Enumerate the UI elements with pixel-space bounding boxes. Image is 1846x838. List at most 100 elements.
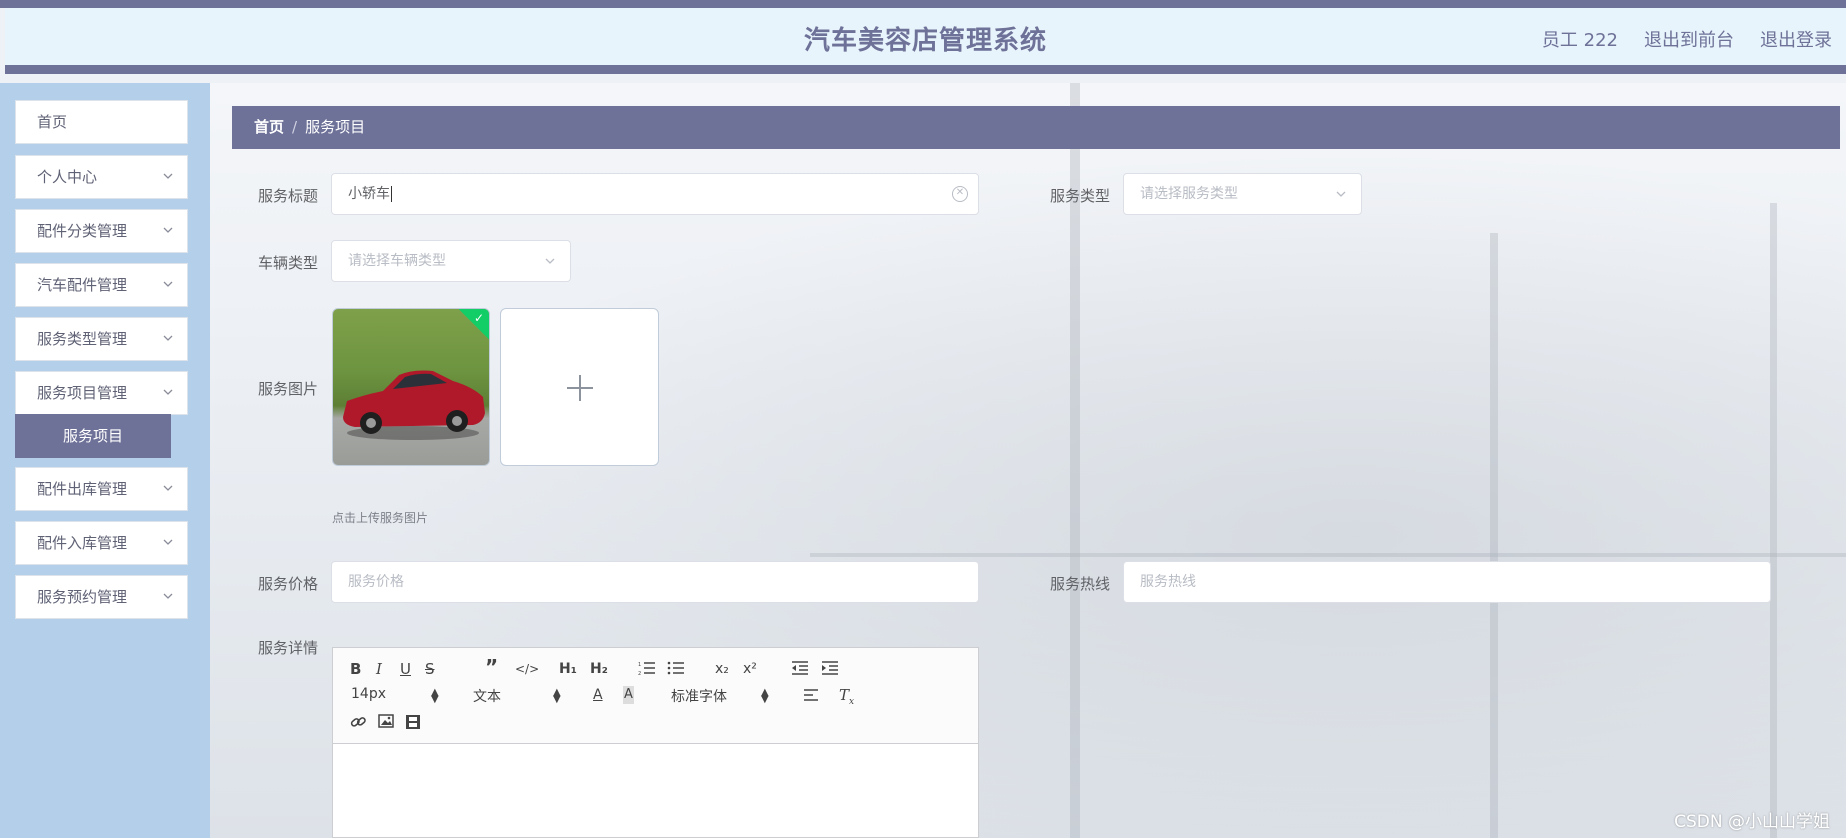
ordered-list-icon[interactable]: 12 <box>638 660 656 676</box>
chevron-down-icon <box>163 281 173 287</box>
align-left-icon[interactable] <box>803 688 819 702</box>
heading-picker[interactable]: 文本 ▲ ▼ <box>473 686 563 706</box>
uploaded-car-image[interactable]: ✓ <box>332 308 490 466</box>
chevron-down-icon <box>163 485 173 491</box>
svg-text:2: 2 <box>638 671 641 676</box>
heading-value: 文本 <box>473 689 501 705</box>
plus-icon <box>579 375 581 401</box>
superscript-icon[interactable]: x² <box>743 660 757 678</box>
sidebar-item-label: 汽车配件管理 <box>37 276 128 294</box>
font-size-value: 14px <box>351 686 386 702</box>
background-shape <box>1770 203 1777 838</box>
chevron-up-icon <box>163 389 173 395</box>
sidebar-item-service-project[interactable]: 服务项目管理 <box>15 371 188 415</box>
sidebar-item-part-category[interactable]: 配件分类管理 <box>15 209 188 253</box>
chevron-down-icon <box>545 258 555 264</box>
sidebar-item-label: 服务项目管理 <box>37 384 128 402</box>
outdent-icon[interactable] <box>791 660 809 676</box>
header-actions: 员工 222 退出到前台 退出登录 <box>1542 8 1832 74</box>
chevron-down-icon <box>163 593 173 599</box>
background-color-icon[interactable]: A <box>623 686 634 704</box>
csdn-watermark: CSDN @小山山学姐 <box>1674 812 1830 832</box>
service-price-input[interactable]: 服务价格 <box>331 561 979 603</box>
sidebar-item-service-booking[interactable]: 服务预约管理 <box>15 575 188 619</box>
sidebar-item-label: 服务类型管理 <box>37 330 128 348</box>
chevron-down-icon <box>1336 191 1346 197</box>
sidebar-subitem-service-project[interactable]: 服务项目 <box>15 414 171 458</box>
sidebar-item-part-inbound[interactable]: 配件入库管理 <box>15 521 188 565</box>
indent-icon[interactable] <box>821 660 839 676</box>
background-shape <box>810 553 1846 557</box>
breadcrumb-separator: / <box>292 118 298 136</box>
service-title-label: 服务标题 <box>257 187 318 205</box>
service-price-placeholder: 服务价格 <box>348 574 404 590</box>
editor-toolbar: B I U S ” </> H₁ H₂ 12 x₂ x² 14px ▲ ▼ 文本 … <box>333 648 978 744</box>
italic-icon[interactable]: I <box>376 660 382 678</box>
video-icon[interactable] <box>405 714 421 730</box>
background-shape <box>1490 233 1498 838</box>
service-hotline-input[interactable]: 服务热线 <box>1123 561 1771 603</box>
service-type-select[interactable]: 请选择服务类型 <box>1123 173 1362 215</box>
font-family-picker[interactable]: 标准字体 ▲ ▼ <box>671 686 771 706</box>
code-icon[interactable]: </> <box>515 660 539 678</box>
sort-arrows-icon: ▲ ▼ <box>761 687 769 705</box>
service-title-value: 小轿车 <box>348 186 390 202</box>
heading1-icon[interactable]: H₁ <box>559 660 577 678</box>
sidebar-item-label: 个人中心 <box>37 168 98 186</box>
text-caret <box>391 186 392 202</box>
service-hotline-label: 服务热线 <box>1049 575 1110 593</box>
clear-icon[interactable]: ✕ <box>952 186 968 202</box>
sidebar-item-label: 配件分类管理 <box>37 222 128 240</box>
rich-text-editor: B I U S ” </> H₁ H₂ 12 x₂ x² 14px ▲ ▼ 文本 … <box>332 647 979 838</box>
chevron-down-icon <box>163 335 173 341</box>
sidebar-item-part-outbound[interactable]: 配件出库管理 <box>15 467 188 511</box>
breadcrumb-home[interactable]: 首页 <box>254 118 284 136</box>
service-hotline-placeholder: 服务热线 <box>1140 574 1196 590</box>
service-detail-label: 服务详情 <box>257 639 318 657</box>
vehicle-type-placeholder: 请选择车辆类型 <box>348 253 446 269</box>
service-type-placeholder: 请选择服务类型 <box>1140 186 1238 202</box>
font-size-picker[interactable]: 14px ▲ ▼ <box>351 686 441 705</box>
svg-text:1: 1 <box>638 662 641 668</box>
sidebar-item-label: 首页 <box>37 113 68 131</box>
sidebar-item-personal-center[interactable]: 个人中心 <box>15 155 188 199</box>
font-family-value: 标准字体 <box>671 689 727 705</box>
logout-link[interactable]: 退出登录 <box>1760 8 1832 74</box>
clear-format-icon[interactable]: Tx <box>839 686 854 711</box>
sidebar-item-service-type[interactable]: 服务类型管理 <box>15 317 188 361</box>
blockquote-icon[interactable]: ” <box>485 657 498 677</box>
breadcrumb-current: 服务项目 <box>305 118 366 136</box>
heading2-icon[interactable]: H₂ <box>590 660 608 678</box>
sort-arrows-icon: ▲ ▼ <box>553 687 561 705</box>
link-icon[interactable] <box>350 714 366 730</box>
bullet-list-icon[interactable] <box>667 660 685 676</box>
sidebar-item-label: 配件入库管理 <box>37 534 128 552</box>
image-upload-button[interactable] <box>500 308 659 466</box>
sidebar-item-label: 配件出库管理 <box>37 480 128 498</box>
bold-icon[interactable]: B <box>350 660 361 678</box>
app-header: 汽车美容店管理系统 员工 222 退出到前台 退出登录 <box>5 8 1846 74</box>
chevron-down-icon <box>163 173 173 179</box>
sidebar-item-home[interactable]: 首页 <box>15 100 188 144</box>
image-upload-hint: 点击上传服务图片 <box>332 511 429 525</box>
chevron-down-icon <box>163 539 173 545</box>
sidebar-item-label: 服务预约管理 <box>37 588 128 606</box>
vehicle-type-label: 车辆类型 <box>257 254 318 272</box>
image-icon[interactable] <box>378 714 394 728</box>
subscript-icon[interactable]: x₂ <box>715 660 729 678</box>
font-color-icon[interactable]: A <box>593 686 603 704</box>
breadcrumb: 首页 / 服务项目 <box>232 106 1840 149</box>
current-user: 员工 222 <box>1541 30 1618 51</box>
chevron-down-icon <box>163 227 173 233</box>
underline-icon[interactable]: U <box>400 660 411 678</box>
service-type-label: 服务类型 <box>1049 187 1110 205</box>
car-image-icon <box>343 370 485 440</box>
service-title-input[interactable]: 小轿车 ✕ <box>331 173 979 215</box>
exit-to-front-link[interactable]: 退出到前台 <box>1644 8 1734 74</box>
vehicle-type-select[interactable]: 请选择车辆类型 <box>331 240 571 282</box>
service-image-label: 服务图片 <box>257 380 318 398</box>
strikethrough-icon[interactable]: S <box>425 660 435 678</box>
sort-arrows-icon: ▲ ▼ <box>431 687 439 705</box>
top-accent-bar <box>0 0 1846 8</box>
sidebar-item-car-parts[interactable]: 汽车配件管理 <box>15 263 188 307</box>
